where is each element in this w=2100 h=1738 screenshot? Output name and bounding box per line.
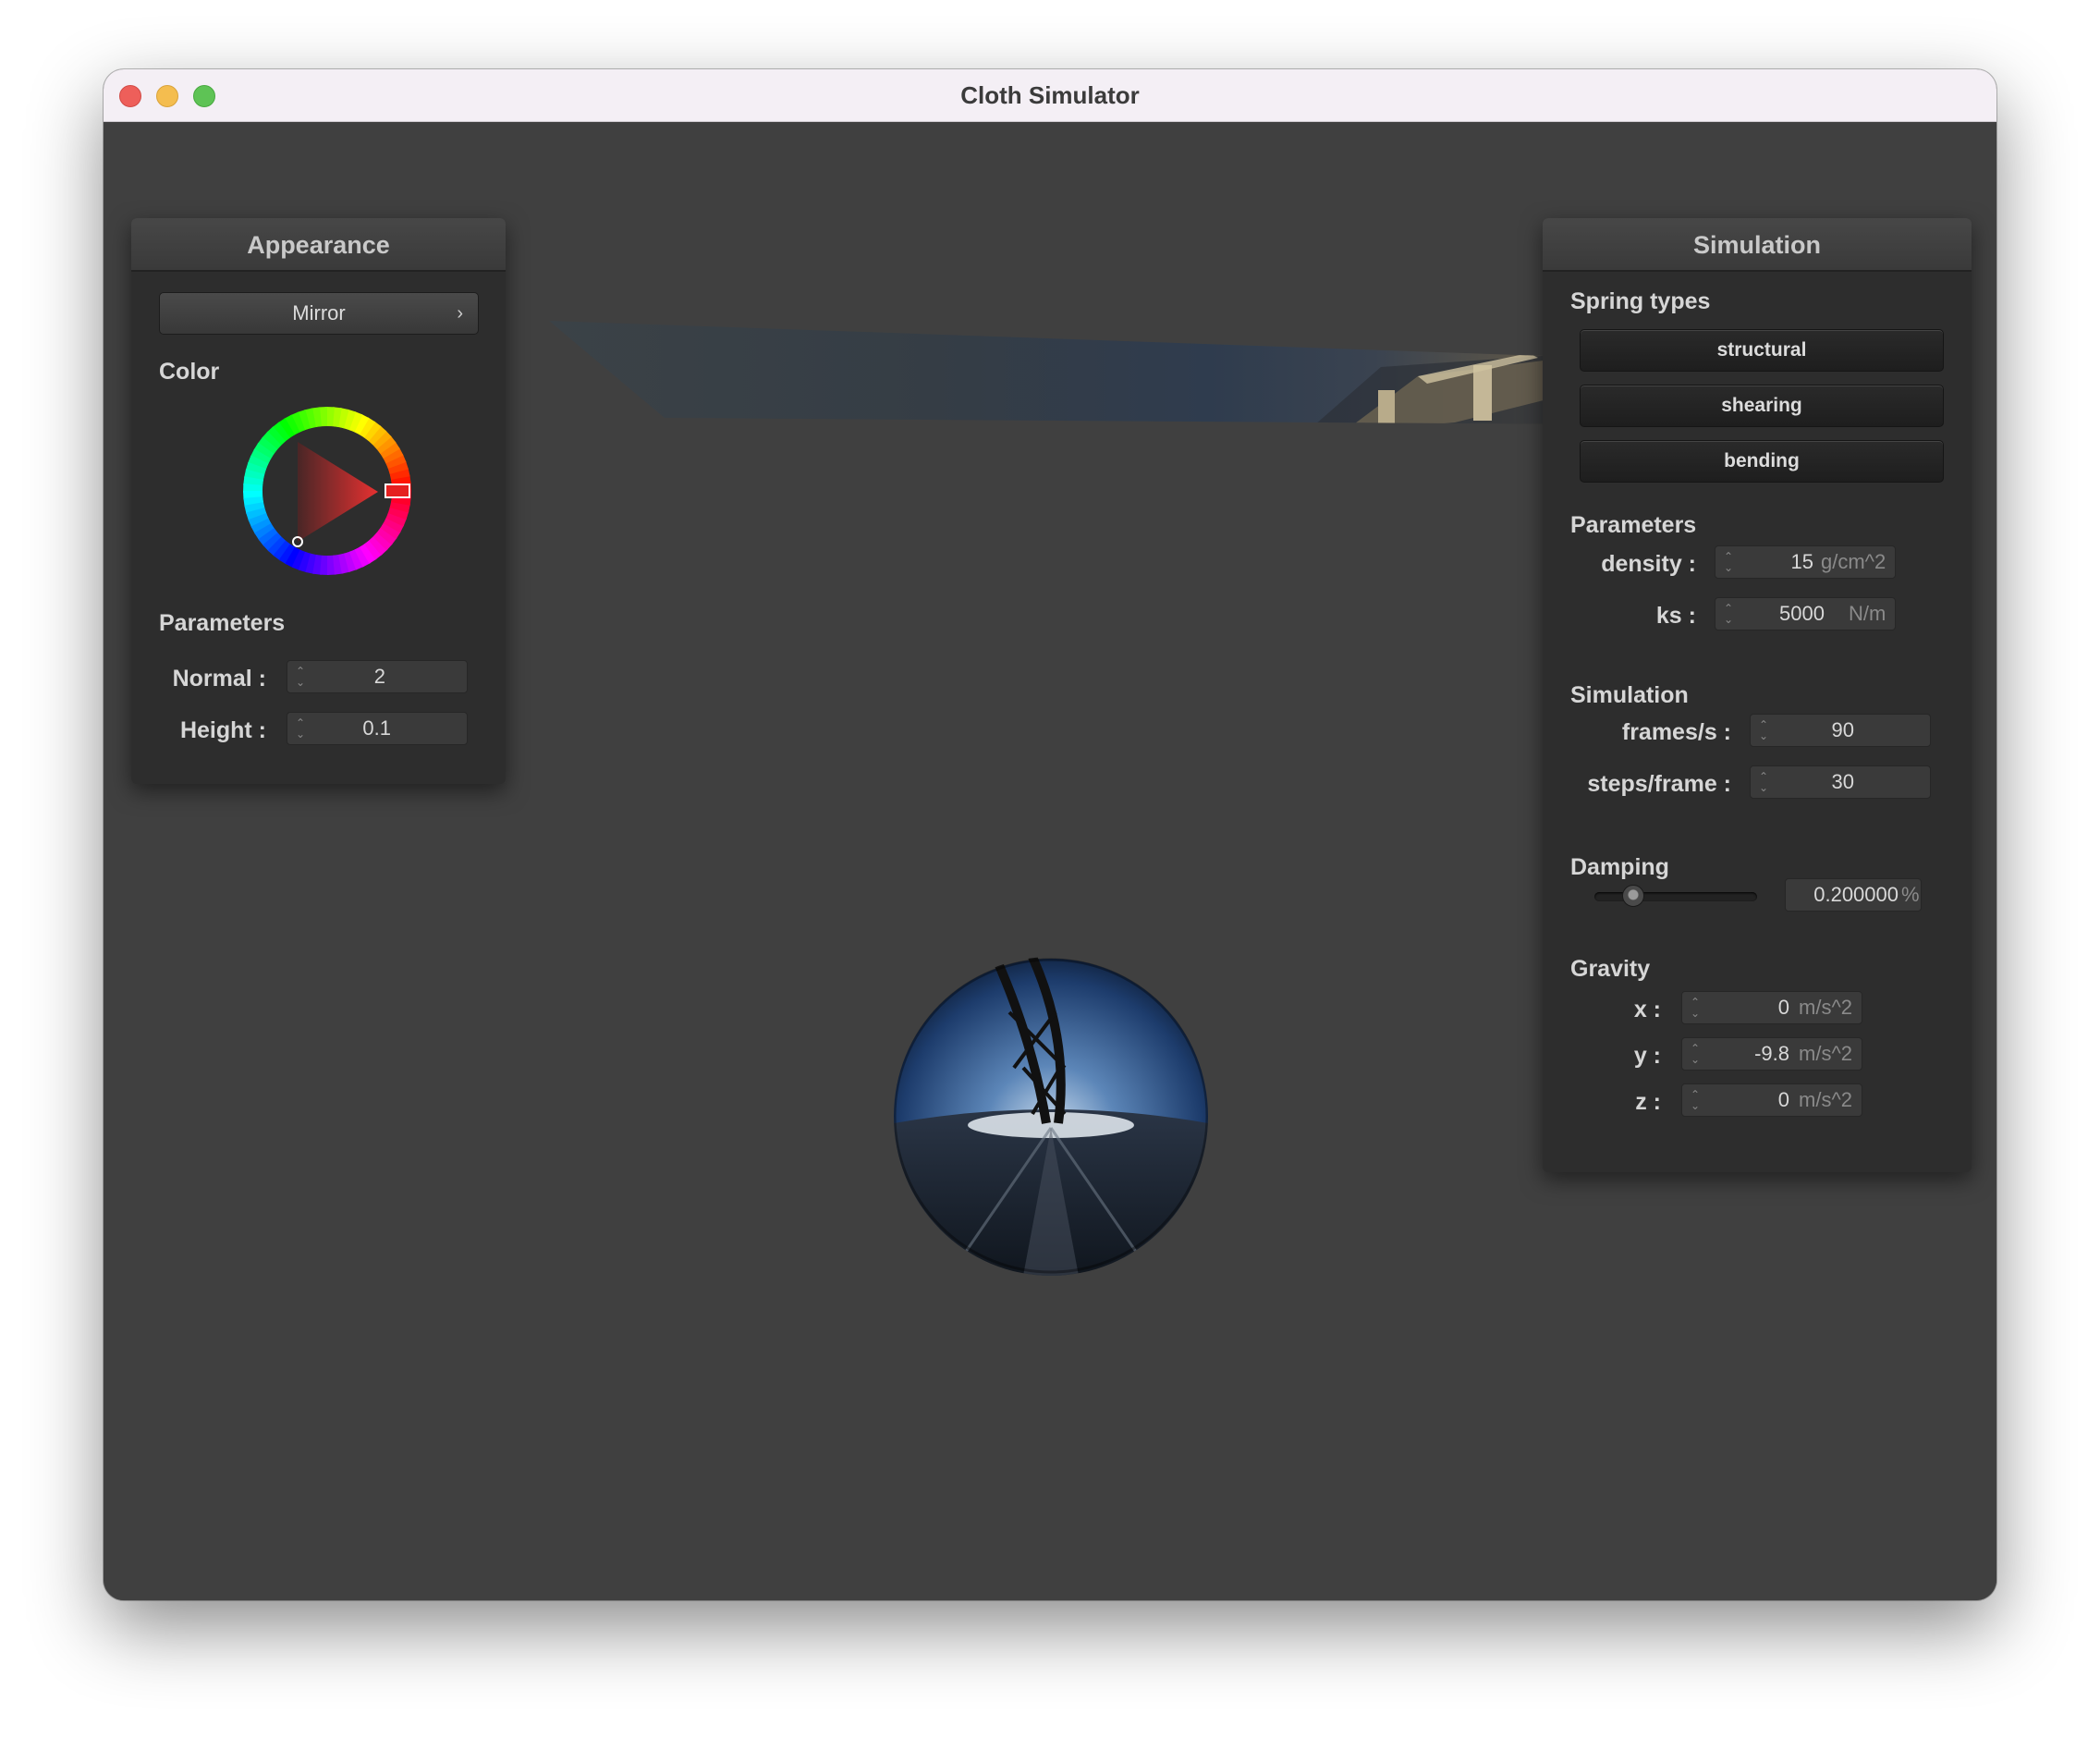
sim-parameters-label: Parameters	[1570, 512, 1697, 538]
hue-selector-handle	[385, 483, 410, 498]
spinner-arrows-icon[interactable]: ⌃ ⌄	[1690, 1043, 1701, 1067]
normal-input[interactable]: ⌃ ⌄ 2	[287, 660, 468, 693]
color-label: Color	[159, 359, 220, 385]
gravity-x-input[interactable]: ⌃ ⌄ 0 m/s^2	[1681, 991, 1862, 1024]
spinner-arrows-icon[interactable]: ⌃ ⌄	[1758, 771, 1769, 795]
gravity-x-label: x :	[1633, 997, 1661, 1022]
gravity-y-label: y :	[1633, 1043, 1661, 1069]
window-title: Cloth Simulator	[960, 81, 1140, 109]
shader-select-button[interactable]: Mirror ›	[159, 292, 479, 335]
steps-label: steps/frame :	[1587, 771, 1731, 797]
ks-input[interactable]: ⌃ ⌄ 5000 N/m	[1715, 597, 1896, 630]
titlebar: Cloth Simulator	[104, 69, 1996, 122]
damping-slider[interactable]	[1594, 884, 1757, 908]
gravity-label: Gravity	[1570, 956, 1651, 982]
structural-button[interactable]: structural	[1580, 329, 1944, 372]
frames-label: frames/s :	[1621, 719, 1731, 745]
spinner-arrows-icon[interactable]: ⌃ ⌄	[1723, 551, 1734, 575]
damping-input[interactable]: 0.200000 %	[1785, 878, 1922, 912]
cloth-mesh	[549, 321, 1649, 424]
density-label: density :	[1601, 551, 1696, 577]
shader-label: Mirror	[292, 301, 346, 324]
render-viewport[interactable]: Appearance Mirror › Color Parameters Nor…	[104, 122, 1996, 1600]
gravity-y-input[interactable]: ⌃ ⌄ -9.8 m/s^2	[1681, 1037, 1862, 1071]
appearance-panel: Appearance Mirror › Color Parameters Nor…	[131, 218, 506, 784]
appearance-header: Appearance	[131, 218, 506, 272]
mirror-sphere	[894, 957, 1208, 1276]
spring-types-label: Spring types	[1570, 288, 1711, 314]
damping-slider-handle[interactable]	[1622, 885, 1645, 907]
damping-label: Damping	[1570, 854, 1669, 880]
density-input[interactable]: ⌃ ⌄ 15 g/cm^2	[1715, 545, 1896, 579]
simulation-section-label: Simulation	[1570, 682, 1689, 708]
damping-slider-track	[1594, 892, 1757, 901]
spinner-arrows-icon[interactable]: ⌃ ⌄	[295, 717, 306, 741]
steps-input[interactable]: ⌃ ⌄ 30	[1750, 765, 1931, 799]
shearing-button[interactable]: shearing	[1580, 385, 1944, 427]
chevron-right-icon: ›	[457, 303, 463, 324]
spinner-arrows-icon[interactable]: ⌃ ⌄	[1690, 1089, 1701, 1113]
simulation-panel: Simulation Spring types structural shear…	[1543, 218, 1972, 1172]
height-input[interactable]: ⌃ ⌄ 0.1	[287, 712, 468, 745]
color-wheel[interactable]	[239, 403, 415, 579]
spinner-arrows-icon[interactable]: ⌃ ⌄	[1723, 603, 1734, 627]
appearance-parameters-label: Parameters	[159, 610, 286, 636]
spinner-arrows-icon[interactable]: ⌃ ⌄	[295, 666, 306, 690]
ks-label: ks :	[1655, 603, 1696, 629]
spinner-arrows-icon[interactable]: ⌃ ⌄	[1758, 719, 1769, 743]
normal-label: Normal :	[172, 666, 266, 692]
app-window: Cloth Simulator Appearance Mirror › Colo…	[104, 69, 1996, 1600]
simulation-header: Simulation	[1543, 218, 1972, 272]
frames-input[interactable]: ⌃ ⌄ 90	[1750, 714, 1931, 747]
gravity-z-label: z :	[1635, 1089, 1661, 1115]
bending-button[interactable]: bending	[1580, 440, 1944, 483]
gravity-z-input[interactable]: ⌃ ⌄ 0 m/s^2	[1681, 1083, 1862, 1117]
spinner-arrows-icon[interactable]: ⌃ ⌄	[1690, 997, 1701, 1021]
height-label: Height :	[179, 717, 266, 743]
